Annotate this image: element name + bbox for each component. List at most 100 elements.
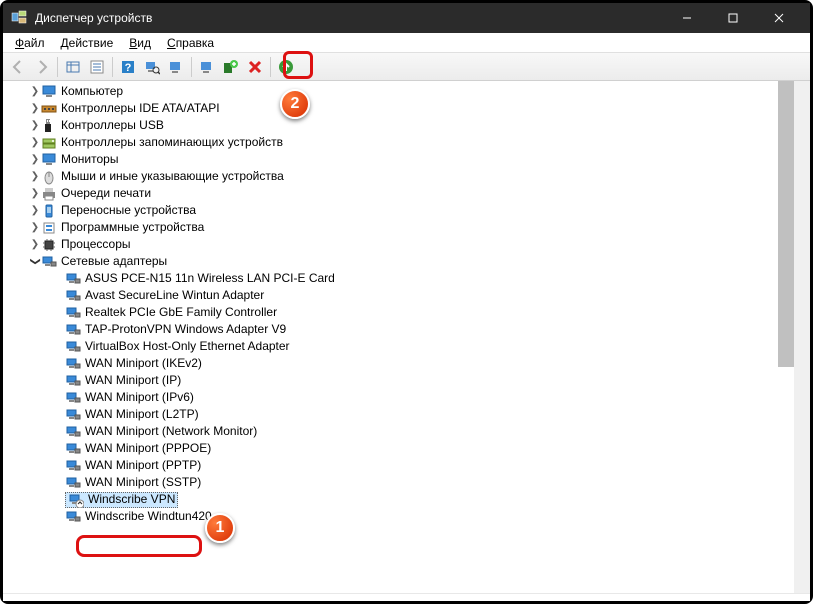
- tree-label: Сетевые адаптеры: [61, 253, 167, 270]
- show-all-button[interactable]: [62, 56, 84, 78]
- portable-icon: [41, 203, 57, 219]
- tree-category[interactable]: ❯ Мониторы: [11, 151, 786, 168]
- tree-item[interactable]: ASUS PCE-N15 11n Wireless LAN PCI-E Card: [11, 270, 786, 287]
- menu-help[interactable]: Справка: [159, 34, 222, 52]
- tree-label: Очереди печати: [61, 185, 151, 202]
- tree-item-label: VirtualBox Host-Only Ethernet Adapter: [85, 338, 290, 355]
- net-icon: [65, 305, 81, 321]
- chevron-right-icon[interactable]: ❯: [29, 100, 41, 117]
- tree-category[interactable]: ❯ Мыши и иные указывающие устройства: [11, 168, 786, 185]
- tree-category[interactable]: ❯ Контроллеры запоминающих устройств: [11, 134, 786, 151]
- chevron-right-icon[interactable]: ❯: [29, 236, 41, 253]
- printer-icon: [41, 186, 57, 202]
- scrollbar-thumb[interactable]: [778, 81, 794, 367]
- tree-item-label: Windscribe Windtun420: [85, 508, 212, 525]
- mouse-icon: [41, 169, 57, 185]
- net-icon: [65, 424, 81, 440]
- tree-item-label: TAP-ProtonVPN Windows Adapter V9: [85, 321, 286, 338]
- tree-item-selected[interactable]: Windscribe VPN: [11, 491, 786, 508]
- tree-item-label: WAN Miniport (PPPOE): [85, 440, 211, 457]
- tree-item[interactable]: Avast SecureLine Wintun Adapter: [11, 287, 786, 304]
- tree-item-label: Windscribe VPN: [88, 491, 175, 508]
- storage-icon: [41, 135, 57, 151]
- tree-item[interactable]: WAN Miniport (IKEv2): [11, 355, 786, 372]
- menu-file[interactable]: Файл: [7, 34, 53, 52]
- bottom-edge: [3, 593, 810, 601]
- tree-item[interactable]: WAN Miniport (IP): [11, 372, 786, 389]
- tree-item[interactable]: WAN Miniport (PPPOE): [11, 440, 786, 457]
- tree-item[interactable]: WAN Miniport (PPTP): [11, 457, 786, 474]
- tree-label: Контроллеры запоминающих устройств: [61, 134, 283, 151]
- tree-category[interactable]: ❯ Контроллеры IDE ATA/ATAPI: [11, 100, 786, 117]
- tree-category[interactable]: ❯ Программные устройства: [11, 219, 786, 236]
- ide-icon: [41, 101, 57, 117]
- tree-item[interactable]: Realtek PCIe GbE Family Controller: [11, 304, 786, 321]
- tree-item[interactable]: WAN Miniport (L2TP): [11, 406, 786, 423]
- tree-label: Компьютер: [61, 83, 123, 100]
- add-hardware-button[interactable]: [220, 56, 242, 78]
- tree-label: Мониторы: [61, 151, 118, 168]
- net-icon: [65, 475, 81, 491]
- disable-button[interactable]: [244, 56, 266, 78]
- net-icon: [65, 288, 81, 304]
- net-icon: [65, 271, 81, 287]
- help-button[interactable]: ?: [117, 56, 139, 78]
- net-icon: [65, 407, 81, 423]
- chevron-right-icon[interactable]: ❯: [29, 117, 41, 134]
- tree-item[interactable]: Windscribe Windtun420: [11, 508, 786, 525]
- chevron-right-icon[interactable]: ❯: [29, 219, 41, 236]
- tree-category-expanded[interactable]: ❯ Сетевые адаптеры: [11, 253, 786, 270]
- net-icon: [65, 509, 81, 525]
- tree-item[interactable]: VirtualBox Host-Only Ethernet Adapter: [11, 338, 786, 355]
- tree-item-label: WAN Miniport (SSTP): [85, 474, 201, 491]
- badge-1: 1: [205, 513, 235, 543]
- tree-item-label: Avast SecureLine Wintun Adapter: [85, 287, 264, 304]
- menu-action[interactable]: Действие: [53, 34, 122, 52]
- tree-category[interactable]: ❯ Процессоры: [11, 236, 786, 253]
- tree-label: Переносные устройства: [61, 202, 196, 219]
- tree-item-label: WAN Miniport (PPTP): [85, 457, 201, 474]
- tree-item[interactable]: WAN Miniport (IPv6): [11, 389, 786, 406]
- tree-item-label: WAN Miniport (Network Monitor): [85, 423, 257, 440]
- scan-button[interactable]: [141, 56, 163, 78]
- device-tree[interactable]: ❯ Компьютер ❯ Контроллеры IDE ATA/ATAPI …: [3, 81, 810, 601]
- minimize-button[interactable]: [664, 3, 710, 33]
- net-icon: [65, 458, 81, 474]
- chevron-right-icon[interactable]: ❯: [29, 168, 41, 185]
- tree-category[interactable]: ❯ Переносные устройства: [11, 202, 786, 219]
- tree-item[interactable]: TAP-ProtonVPN Windows Adapter V9: [11, 321, 786, 338]
- chevron-down-icon[interactable]: ❯: [27, 256, 44, 268]
- net-icon: [65, 441, 81, 457]
- forward-button[interactable]: [31, 56, 53, 78]
- maximize-button[interactable]: [710, 3, 756, 33]
- back-button[interactable]: [7, 56, 29, 78]
- uninstall-button[interactable]: [196, 56, 218, 78]
- chevron-right-icon[interactable]: ❯: [29, 83, 41, 100]
- chevron-right-icon[interactable]: ❯: [29, 185, 41, 202]
- tree-category[interactable]: ❯ Очереди печати: [11, 185, 786, 202]
- tree-item-label: WAN Miniport (L2TP): [85, 406, 199, 423]
- tree-label: Мыши и иные указывающие устройства: [61, 168, 284, 185]
- tree-label: Программные устройства: [61, 219, 204, 236]
- net-icon: [65, 373, 81, 389]
- net-icon: [65, 390, 81, 406]
- net-disabled-icon: [68, 492, 84, 508]
- properties-button[interactable]: [86, 56, 108, 78]
- tree-item[interactable]: WAN Miniport (SSTP): [11, 474, 786, 491]
- tree-category[interactable]: ❯ Контроллеры USB: [11, 117, 786, 134]
- monitor-icon: [41, 84, 57, 100]
- menu-bar: Файл Действие Вид Справка: [3, 33, 810, 53]
- update-driver-button[interactable]: [165, 56, 187, 78]
- chevron-right-icon[interactable]: ❯: [29, 202, 41, 219]
- chevron-right-icon[interactable]: ❯: [29, 134, 41, 151]
- net-icon: [65, 339, 81, 355]
- window-title: Диспетчер устройств: [35, 11, 664, 25]
- tree-item[interactable]: WAN Miniport (Network Monitor): [11, 423, 786, 440]
- tree-item-label: ASUS PCE-N15 11n Wireless LAN PCI-E Card: [85, 270, 335, 287]
- menu-view[interactable]: Вид: [121, 34, 159, 52]
- tree-category[interactable]: ❯ Компьютер: [11, 83, 786, 100]
- tree-item-label: WAN Miniport (IKEv2): [85, 355, 202, 372]
- close-button[interactable]: [756, 3, 802, 33]
- chevron-right-icon[interactable]: ❯: [29, 151, 41, 168]
- software-icon: [41, 220, 57, 236]
